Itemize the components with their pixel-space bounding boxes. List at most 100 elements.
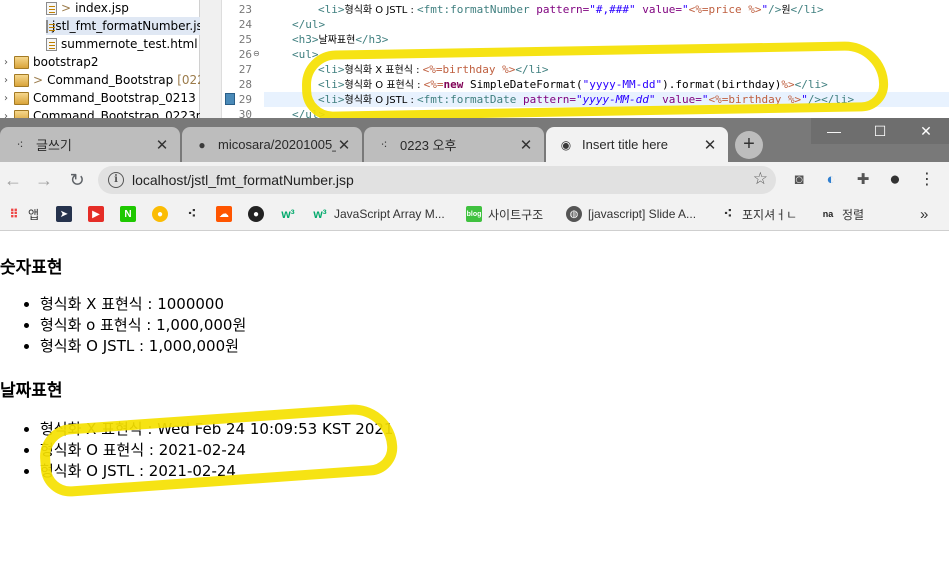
tree-item-bootstrap2[interactable]: › bootstrap2 — [0, 53, 99, 71]
list-item: 형식화 O 표현식 : 2021-02-24 — [40, 440, 393, 461]
github-icon: ● — [248, 206, 264, 222]
youtube-icon: ▶ — [88, 206, 104, 222]
bookmark-js-slide[interactable]: ◍ [javascript] Slide A... — [566, 204, 696, 224]
more-menu-icon[interactable]: ⋮ — [916, 169, 938, 191]
bookmark-soundcloud[interactable]: ☁ — [216, 204, 238, 224]
address-bar[interactable]: i localhost/jstl_fmt_formatNumber.jsp ☆ — [98, 166, 776, 194]
maps-icon: ● — [152, 206, 168, 222]
project-folder-icon — [14, 91, 29, 105]
code-line-23: <li>형식화 O JSTL : <fmt:formatNumber patte… — [318, 3, 824, 16]
chevron-right-icon[interactable]: › — [0, 93, 12, 104]
bookmark-js-array[interactable]: w³ JavaScript Array M... — [312, 204, 444, 224]
number-list: 형식화 X 표현식 : 1000000 형식화 o 표현식 : 1,000,00… — [40, 294, 246, 357]
w3schools-icon: w³ — [281, 207, 295, 221]
tistory-icon: ⁖ — [723, 206, 733, 221]
chevron-right-icon[interactable]: › — [0, 75, 12, 86]
line-number: 23 — [238, 3, 252, 16]
close-icon[interactable]: ✕ — [336, 136, 352, 154]
tree-item-command-bootstrap-0223not[interactable]: › Command_Bootstrap_0223not — [0, 107, 215, 118]
puzzle-icon[interactable]: ✚ — [852, 169, 874, 191]
code-line-30: </ul> — [292, 108, 326, 118]
jsp-file-icon — [46, 1, 57, 15]
list-item: 형식화 O JSTL : 2021-02-24 — [40, 461, 393, 482]
tab-write[interactable]: ⁖ 글쓰기 ✕ — [0, 127, 180, 162]
code-line-27: <li>형식화 X 표현식 : <%=birthday %></li> — [318, 63, 549, 76]
bookmark-naver[interactable]: N — [120, 204, 142, 224]
date-section-heading: 날짜표현 — [0, 381, 63, 401]
close-icon[interactable]: ✕ — [702, 136, 718, 154]
back-button[interactable]: ← — [0, 167, 26, 193]
tree-item-command-bootstrap-0213[interactable]: › Command_Bootstrap_0213 — [0, 89, 196, 107]
project-explorer: > index.jsp jstl_fmt_formatNumber.jsp su… — [0, 0, 215, 118]
close-window-button[interactable]: ✕ — [903, 118, 949, 144]
extension-icon[interactable]: ◐ — [820, 169, 842, 191]
chevron-right-icon[interactable]: › — [0, 111, 12, 119]
tab-github[interactable]: ● micosara/20201005_4 ✕ — [182, 127, 362, 162]
tistory-icon: ⁖ — [187, 206, 197, 221]
bookmark-position[interactable]: ⁖ 포지셔ㅓㄴ — [720, 204, 798, 224]
list-item: 형식화 O JSTL : 1,000,000원 — [40, 336, 246, 357]
tistory-icon: ⁖ — [16, 137, 24, 152]
bookmark-w3schools[interactable]: w³ — [280, 204, 302, 224]
html-file-icon — [46, 37, 57, 51]
bookmarks-bar: ⠿ 앱 ➤ ▶ N ● ⁖ ☁ ● w³ w³ JavaScript Array… — [0, 198, 949, 231]
bookmark-github[interactable]: ● — [248, 204, 270, 224]
bookmark-site-structure[interactable]: blog 사이트구조 — [466, 204, 543, 224]
naver-icon: N — [120, 206, 136, 222]
globe-icon: ◉ — [560, 137, 572, 152]
bookmark-apps[interactable]: ⠿ 앱 — [6, 204, 39, 224]
profile-avatar-icon[interactable]: ● — [884, 169, 906, 191]
new-tab-button[interactable]: + — [735, 131, 763, 159]
bookmark-star-icon[interactable]: ☆ — [753, 169, 768, 189]
apps-icon: ⠿ — [9, 207, 19, 221]
code-editor[interactable]: <li>형식화 O JSTL : <fmt:formatNumber patte… — [264, 0, 949, 118]
line-number: 25 — [238, 33, 252, 46]
soundcloud-icon: ☁ — [216, 206, 232, 222]
code-line-25: <h3>날짜표현</h3> — [292, 33, 389, 46]
close-icon[interactable]: ✕ — [154, 136, 170, 154]
line-number: 27 — [238, 63, 252, 76]
tree-item-label: summernote_test.html — [61, 37, 198, 51]
bookmark-maps[interactable]: ● — [152, 204, 174, 224]
chevron-right-icon[interactable]: › — [0, 57, 12, 68]
reload-button[interactable]: ↻ — [64, 167, 90, 193]
bookmarks-more-button[interactable]: » — [920, 204, 928, 224]
line-number: 30 — [238, 108, 252, 118]
info-icon[interactable]: i — [108, 172, 124, 188]
minimize-button[interactable]: — — [811, 118, 857, 144]
url-text: localhost/jstl_fmt_formatNumber.jsp — [132, 172, 354, 188]
code-line-26: <ul> — [292, 48, 319, 61]
page-content: 숫자표현 형식화 X 표현식 : 1000000 형식화 o 표현식 : 1,0… — [0, 231, 949, 564]
bookmark-item[interactable]: ➤ — [56, 204, 78, 224]
tree-item-summernote[interactable]: summernote_test.html — [46, 35, 198, 53]
bookmark-tistory[interactable]: ⁖ — [184, 204, 206, 224]
tree-item-index-jsp[interactable]: > index.jsp — [46, 0, 129, 17]
blog-icon: blog — [466, 206, 482, 222]
fold-collapse-icon[interactable]: ⊖ — [253, 49, 260, 58]
project-folder-icon — [14, 109, 29, 118]
explorer-scrollbar[interactable] — [200, 0, 222, 118]
code-line-28: <li>형식화 O 표현식 : <%=new SimpleDateFormat(… — [318, 78, 828, 91]
tree-item-label: index.jsp — [75, 1, 129, 15]
code-line-29: <li>형식화 O JSTL : <fmt:formatDate pattern… — [318, 93, 855, 106]
github-icon: ● — [198, 137, 206, 152]
browser-toolbar: ← → ↻ i localhost/jstl_fmt_formatNumber.… — [0, 162, 949, 198]
tree-item-command-bootstrap[interactable]: › > Command_Bootstrap [0223 — [0, 71, 212, 89]
list-item: 형식화 o 표현식 : 1,000,000원 — [40, 315, 246, 336]
bookmark-sort[interactable]: na 정렬 — [820, 204, 864, 224]
camera-icon[interactable]: ◙ — [788, 169, 810, 191]
maximize-button[interactable]: ☐ — [857, 118, 903, 144]
close-icon[interactable]: ✕ — [518, 136, 534, 154]
w3schools-icon: w³ — [313, 207, 327, 221]
tree-item-label: Command_Bootstrap — [47, 73, 174, 87]
code-line-24: </ul> — [292, 18, 326, 31]
tab-0223[interactable]: ⁖ 0223 오후 ✕ — [364, 127, 544, 162]
tree-item-label: Command_Bootstrap_0223not — [33, 109, 216, 118]
browser-tab-strip: ⁖ 글쓰기 ✕ ● micosara/20201005_4 ✕ ⁖ 0223 오… — [0, 118, 949, 162]
bookmark-youtube[interactable]: ▶ — [88, 204, 110, 224]
forward-button[interactable]: → — [31, 167, 57, 193]
list-item: 형식화 X 표현식 : Wed Feb 24 10:09:53 KST 2021 — [40, 419, 393, 440]
tree-item-jstl-fmt-formatnumber[interactable]: jstl_fmt_formatNumber.jsp — [46, 17, 210, 35]
globe-icon: ◍ — [566, 206, 582, 222]
tab-insert-title[interactable]: ◉ Insert title here ✕ — [546, 127, 728, 162]
